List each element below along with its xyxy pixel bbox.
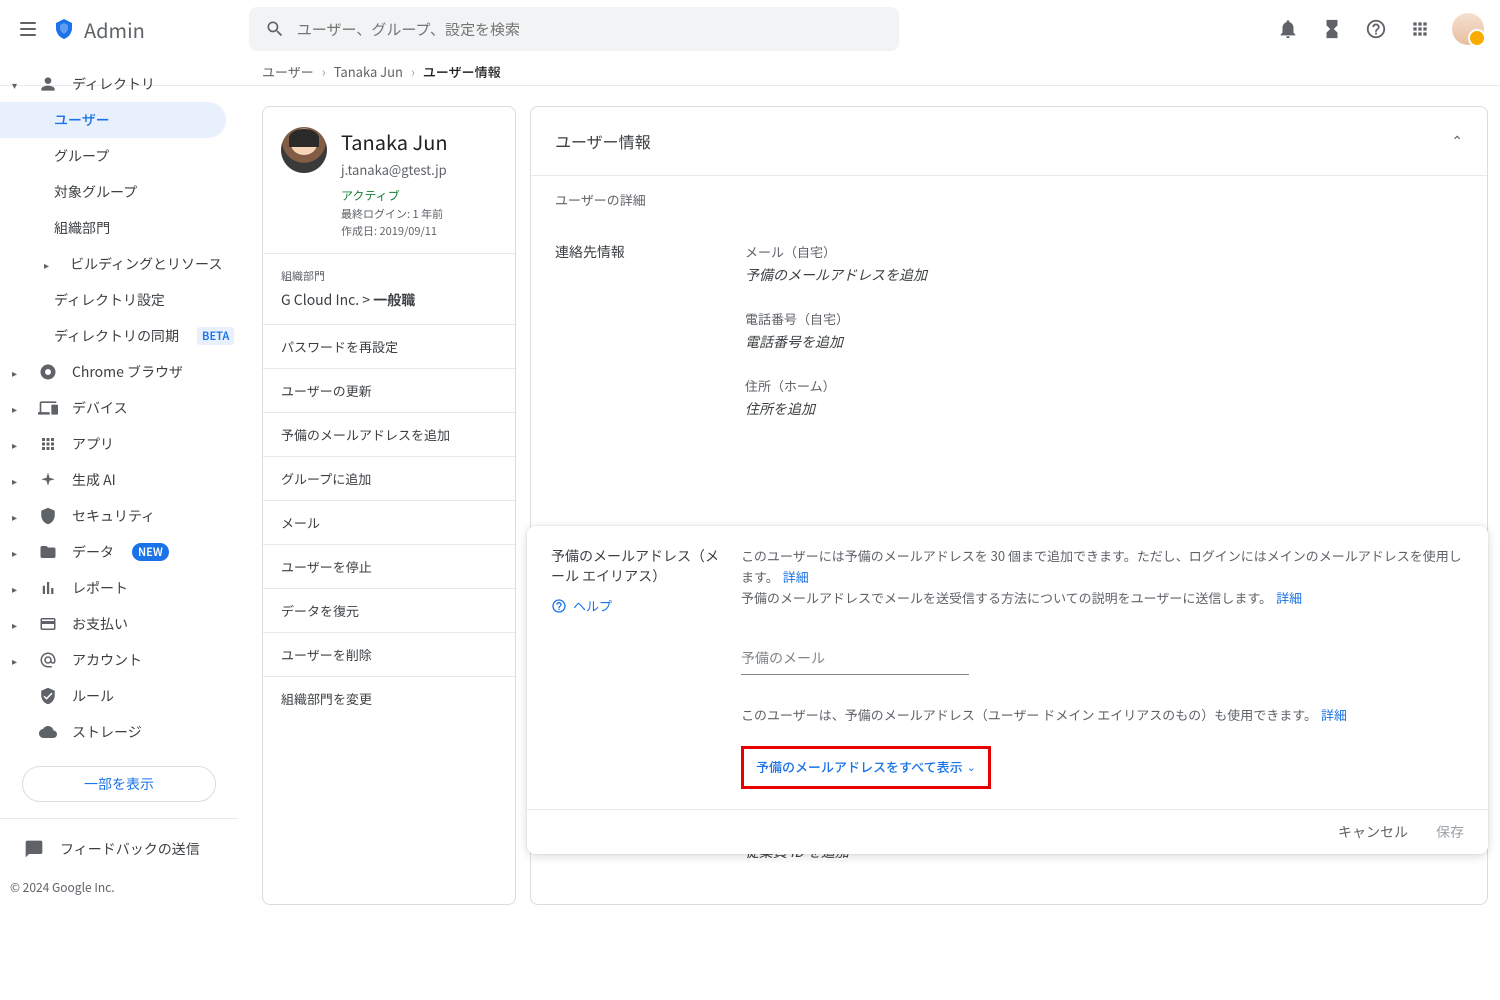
help-icon[interactable]: [1364, 17, 1388, 41]
action-add-group[interactable]: グループに追加: [263, 456, 515, 500]
address-home-label: 住所（ホーム）: [745, 376, 1463, 395]
chevron-right-icon: ›: [411, 62, 415, 81]
org-label: 組織部門: [281, 268, 497, 284]
help-circle-icon: [551, 598, 567, 614]
header: Admin: [0, 0, 1500, 58]
notifications-icon[interactable]: [1276, 17, 1300, 41]
alias-note-2: 予備のメールアドレスでメールを送受信する方法についての説明をユーザーに送信します…: [741, 588, 1272, 607]
alias-note-3: このユーザーは、予備のメールアドレス（ユーザー ドメイン エイリアスのもの）も使…: [741, 705, 1317, 724]
action-email[interactable]: メール: [263, 500, 515, 544]
breadcrumb-user-name[interactable]: Tanaka Jun: [334, 62, 403, 81]
phone-home-label: 電話番号（自宅）: [745, 309, 1463, 328]
profile-last-login: 最終ログイン: 1 年前: [341, 206, 448, 223]
menu-icon[interactable]: [16, 17, 40, 41]
alias-heading: 予備のメールアドレス（メール エイリアス）: [551, 546, 719, 586]
info-subtitle: ユーザーの詳細: [531, 176, 1487, 224]
email-home-label: メール（自宅）: [745, 242, 1463, 261]
alias-panel: 予備のメールアドレス（メール エイリアス） ヘルプ このユーザーには予備のメール…: [527, 526, 1488, 854]
search-input[interactable]: [297, 19, 883, 40]
save-button[interactable]: 保存: [1436, 822, 1464, 842]
detail-link-3[interactable]: 詳細: [1321, 705, 1347, 724]
action-suspend[interactable]: ユーザーを停止: [263, 544, 515, 588]
action-add-alias[interactable]: 予備のメールアドレスを追加: [263, 412, 515, 456]
action-delete[interactable]: ユーザーを削除: [263, 632, 515, 676]
contact-label: 連絡先情報: [555, 242, 725, 443]
admin-logo-icon: [52, 17, 76, 41]
org-path[interactable]: G Cloud Inc. > 一般職: [281, 290, 497, 310]
add-address-link[interactable]: 住所を追加: [745, 399, 1463, 419]
hourglass-icon[interactable]: [1320, 17, 1344, 41]
breadcrumb-current: ユーザー情報: [423, 62, 501, 81]
profile-card: Tanaka Jun j.tanaka@gtest.jp アクティブ 最終ログイ…: [262, 106, 516, 905]
action-change-org[interactable]: 組織部門を変更: [263, 676, 515, 720]
add-email-link[interactable]: 予備のメールアドレスを追加: [745, 265, 1463, 285]
detail-link-2[interactable]: 詳細: [1276, 588, 1302, 607]
show-all-aliases-button[interactable]: 予備のメールアドレスをすべて表示 ⌄: [741, 746, 991, 789]
help-link[interactable]: ヘルプ: [551, 596, 721, 615]
cancel-button[interactable]: キャンセル: [1338, 822, 1408, 842]
main-content: ユーザー › Tanaka Jun › ユーザー情報 Tanaka Jun j.…: [0, 58, 1500, 1000]
collapse-icon[interactable]: ⌃: [1451, 131, 1463, 151]
user-avatar[interactable]: [1452, 13, 1484, 45]
action-restore[interactable]: データを復元: [263, 588, 515, 632]
user-photo[interactable]: [281, 127, 327, 173]
profile-email: j.tanaka@gtest.jp: [341, 160, 448, 179]
chevron-down-icon: ⌄: [967, 759, 976, 777]
apps-grid-icon[interactable]: [1408, 17, 1432, 41]
add-phone-link[interactable]: 電話番号を追加: [745, 332, 1463, 352]
action-update-user[interactable]: ユーザーの更新: [263, 368, 515, 412]
action-reset-password[interactable]: パスワードを再設定: [263, 324, 515, 368]
alias-note-1: このユーザーには予備のメールアドレスを 30 個まで追加できます。ただし、ログイ…: [741, 546, 1462, 586]
header-icons: [1276, 13, 1484, 45]
search-icon: [265, 19, 285, 39]
breadcrumb-users[interactable]: ユーザー: [262, 62, 314, 81]
info-title: ユーザー情報: [555, 129, 651, 153]
profile-status: アクティブ: [341, 187, 448, 204]
profile-created: 作成日: 2019/09/11: [341, 223, 448, 240]
chevron-right-icon: ›: [322, 62, 326, 81]
profile-name: Tanaka Jun: [341, 127, 448, 156]
detail-link-1[interactable]: 詳細: [783, 567, 809, 586]
search-bar[interactable]: [249, 7, 899, 51]
admin-logo[interactable]: Admin: [52, 15, 145, 44]
alias-email-input[interactable]: [741, 642, 969, 675]
admin-title: Admin: [84, 15, 145, 44]
